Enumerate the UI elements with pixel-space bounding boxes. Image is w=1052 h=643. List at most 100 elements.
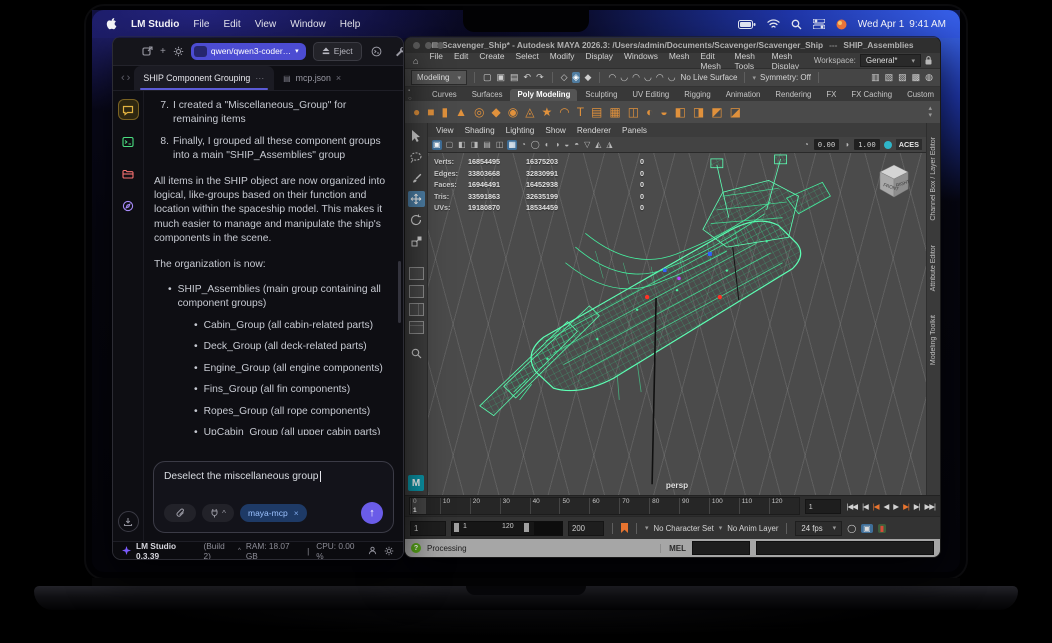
shelf-tab[interactable]: FX Caching <box>844 89 899 101</box>
wrench-icon[interactable] <box>393 43 403 59</box>
tab-mcp-json[interactable]: ▤ mcp.json × <box>274 66 350 90</box>
maya-menu-item[interactable]: Windows <box>624 51 658 71</box>
control-center-icon[interactable] <box>812 19 825 29</box>
new-scene-icon[interactable]: ▢ <box>482 72 493 83</box>
add-tab-button[interactable]: + <box>160 43 166 59</box>
shelf-tab[interactable]: Surfaces <box>465 89 510 101</box>
auto-key-toggle[interactable]: ▣ <box>861 523 873 533</box>
extrude-icon[interactable]: ◩ <box>711 106 722 118</box>
lock-icon[interactable] <box>925 56 932 65</box>
maya-menu-item[interactable]: Select <box>516 51 539 71</box>
bevel-icon[interactable]: ◨ <box>693 106 704 118</box>
render-settings-icon[interactable]: ▨ <box>897 72 908 83</box>
panel-menu-item[interactable]: Renderer <box>577 126 611 135</box>
command-result[interactable] <box>756 541 934 555</box>
animation-prefs-icon[interactable]: ▮ <box>877 523 887 533</box>
snap-makelive-icon[interactable]: ◡ <box>667 72 677 83</box>
timeline-ticks[interactable]: 0 10 20 30 40 50 60 70 80 90 100 110 120 1 <box>409 497 800 515</box>
poly-plane-icon[interactable]: ◆ <box>491 106 500 118</box>
snap-point-icon[interactable]: ◠ <box>631 72 641 83</box>
render-view-icon[interactable]: ▥ <box>870 72 881 83</box>
shelf-tab[interactable]: FX <box>819 89 843 101</box>
sidebar-item-chat[interactable] <box>118 100 138 119</box>
shelf-tab[interactable]: UV Editing <box>625 89 676 101</box>
live-surface-field[interactable]: No Live Surface <box>681 73 738 82</box>
menubar-menu-item[interactable]: View <box>255 19 277 30</box>
lasso-tool[interactable] <box>408 149 425 165</box>
scale-tool[interactable] <box>408 233 425 249</box>
user-icon[interactable] <box>368 546 377 555</box>
layout-four-pane-button[interactable] <box>408 285 424 298</box>
bridge-icon[interactable]: ◪ <box>730 106 741 118</box>
current-frame-field[interactable]: 1 <box>804 498 841 514</box>
shelf-scroll-arrows[interactable]: ▴ ▾ <box>928 105 932 119</box>
maya-menu-item[interactable]: Modify <box>550 51 575 71</box>
right-panel-tab[interactable]: Channel Box / Layer Editor <box>930 137 937 221</box>
settings-gear-icon[interactable] <box>384 546 394 556</box>
home-icon[interactable]: ⌂ <box>413 56 418 66</box>
play-forwards-button[interactable]: ▶ <box>892 502 899 511</box>
hypershade-icon[interactable]: ▩ <box>911 72 922 83</box>
downloads-button[interactable] <box>117 511 139 532</box>
platonic-solid-icon[interactable]: ◬ <box>525 106 534 118</box>
step-back-key-button[interactable]: |◀ <box>872 502 880 511</box>
step-forward-frame-button[interactable]: ▶| <box>913 502 921 511</box>
layout-outliner-button[interactable] <box>408 321 424 334</box>
panel-menu-item[interactable]: Panels <box>622 126 647 135</box>
symmetrize-icon[interactable]: ◫ <box>628 106 639 118</box>
shaded-icon[interactable]: ◔ <box>520 140 527 150</box>
shelf-tab[interactable]: Rendering <box>768 89 818 101</box>
snap-viewplane-icon[interactable]: ◠ <box>655 72 665 83</box>
scrollbar[interactable] <box>398 261 401 323</box>
mcp-plug-button[interactable]: ^ <box>202 504 234 522</box>
right-panel-tab[interactable]: Attribute Editor <box>930 245 937 291</box>
wireframe-icon[interactable]: ▦ <box>507 139 517 150</box>
maya-menu-item[interactable]: Mesh Display <box>772 51 803 71</box>
workspace-dropdown[interactable]: General* ▾ <box>859 54 921 67</box>
shelf-tab[interactable]: Custom <box>900 89 940 101</box>
textured-icon[interactable]: ◯ <box>530 140 541 150</box>
mirror-icon[interactable]: ◐ <box>646 106 653 118</box>
tab-ship-component-grouping[interactable]: SHIP Component Grouping ⋯ <box>134 66 275 90</box>
camera-attrs-icon[interactable]: ◧ <box>457 140 467 150</box>
apple-menu[interactable] <box>106 17 117 31</box>
gamma-field[interactable]: 1.00 <box>854 139 880 150</box>
mcp-tag[interactable]: maya-mcp × <box>240 504 307 522</box>
animation-start-field[interactable]: 1 <box>410 520 446 536</box>
redo-icon[interactable]: ↷ <box>535 72 545 83</box>
spotlight-search-icon[interactable] <box>791 19 802 30</box>
devtools-icon[interactable] <box>369 43 385 59</box>
message-composer[interactable]: Deselect the miscellaneous group ^ maya-… <box>153 461 394 533</box>
range-start-handle[interactable] <box>454 522 459 532</box>
maya-title-bar[interactable]: ▤ Scavenger_Ship* - Autodesk MAYA 2026.3… <box>405 37 940 53</box>
attach-file-button[interactable] <box>164 504 196 522</box>
maya-menu-item[interactable]: File <box>429 51 443 71</box>
settings-gear-icon[interactable] <box>173 43 184 59</box>
screenspace-ao-icon[interactable]: ◒ <box>563 140 570 150</box>
app-version[interactable]: LM Studio 0.3.39 <box>136 541 199 560</box>
panel-menu-item[interactable]: Lighting <box>506 126 535 135</box>
svg-tool-icon[interactable]: ▤ <box>591 106 602 118</box>
no-sound-icon[interactable]: ◯ <box>847 524 856 533</box>
bookmark-icon[interactable] <box>621 523 628 533</box>
send-button[interactable]: ↑ <box>361 502 383 524</box>
nav-back-button[interactable]: ‹ <box>121 72 125 84</box>
maya-menu-item[interactable]: Display <box>585 51 612 71</box>
step-back-frame-button[interactable]: |◀ <box>861 502 869 511</box>
menubar-app-status-icon[interactable] <box>836 19 847 30</box>
anim-layer-dropdown[interactable]: No Anim Layer <box>727 524 778 533</box>
panel-menu-item[interactable]: Shading <box>465 126 495 135</box>
joints-xray-icon[interactable]: ◮ <box>605 140 613 150</box>
undo-icon[interactable]: ↶ <box>523 72 533 83</box>
select-hierarchy-icon[interactable]: ◇ <box>560 72 569 83</box>
close-tab-icon[interactable]: × <box>336 73 341 83</box>
select-camera-icon[interactable]: ▣ <box>432 139 442 150</box>
shelf-tab[interactable]: Poly Modeling <box>510 89 578 101</box>
composer-input[interactable]: Deselect the miscellaneous group <box>164 471 319 482</box>
maya-menu-item[interactable]: Mesh Tools <box>734 51 760 71</box>
ipr-render-icon[interactable]: ▧ <box>884 72 895 83</box>
select-tool[interactable] <box>408 128 425 144</box>
poly-torus-icon[interactable]: ◎ <box>474 106 484 118</box>
maya-menu-item[interactable]: Mesh <box>669 51 689 71</box>
fps-dropdown[interactable]: 24 fps ▾ <box>795 520 843 536</box>
